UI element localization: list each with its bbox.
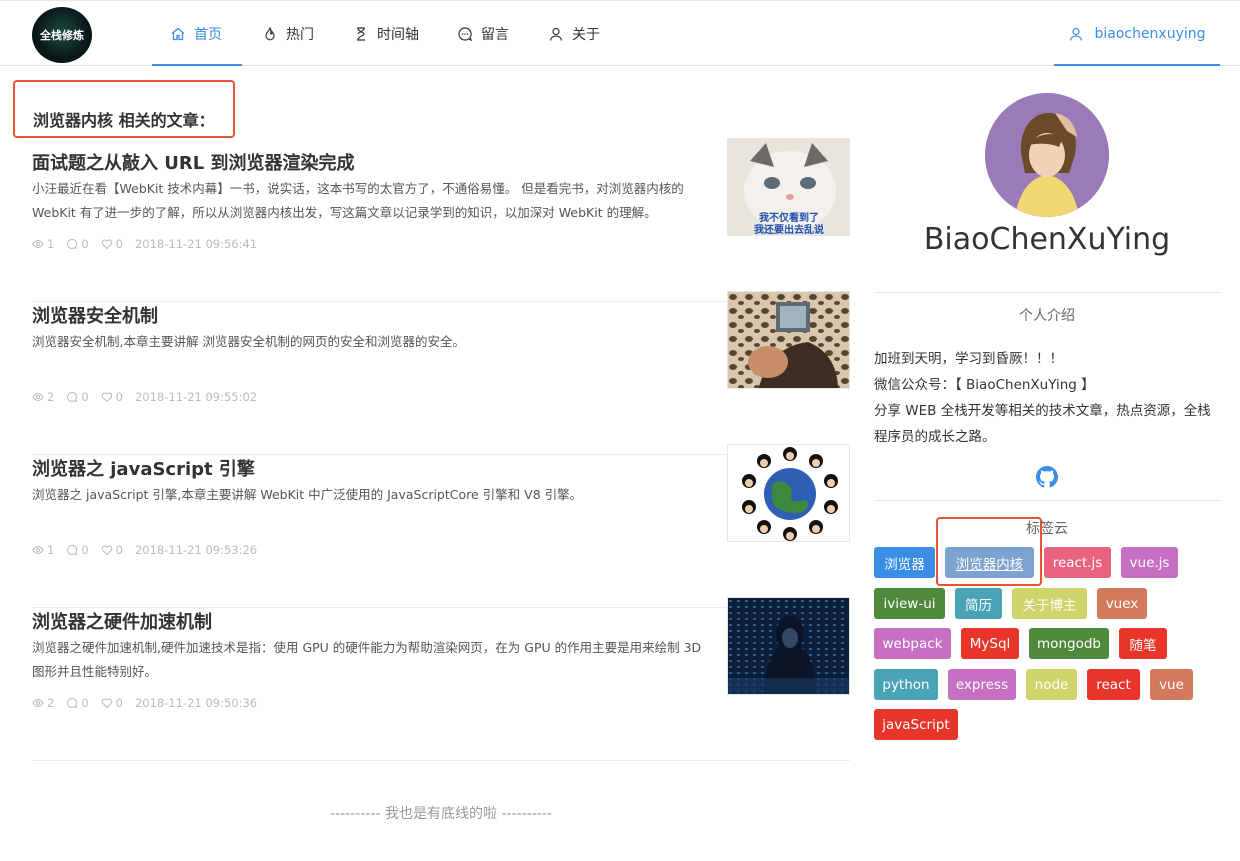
article-title[interactable]: 面试题之从敲入 URL 到浏览器渲染完成 <box>32 149 354 175</box>
tag-chip[interactable]: express <box>948 669 1016 700</box>
article-meta: 2 0 0 2018-11-21 09:55:02 <box>32 390 257 404</box>
tag-chip[interactable]: react <box>1087 669 1140 700</box>
profile-intro: 加班到天明，学习到昏厥！！！ 微信公众号：【 BiaoChenXuYing 】 … <box>874 346 1220 450</box>
article-desc: 浏览器安全机制,本章主要讲解 浏览器安全机制的网页的安全和浏览器的安全。 <box>32 334 465 349</box>
user-active-indicator <box>1054 64 1220 66</box>
article-thumbnail[interactable] <box>727 291 850 389</box>
tag-chip[interactable]: 关于博主 <box>1012 588 1087 619</box>
eye-icon <box>32 698 44 708</box>
tag-chip[interactable]: 浏览器 <box>874 547 935 578</box>
home-icon <box>171 27 185 41</box>
intro-line: 加班到天明，学习到昏厥！！！ <box>874 351 1063 367</box>
user-menu[interactable]: biaochenxuying <box>1054 1 1220 67</box>
heart-icon <box>101 698 112 709</box>
github-icon[interactable] <box>1036 466 1058 488</box>
comment-icon <box>67 697 78 709</box>
tag-chip[interactable]: node <box>1026 669 1077 700</box>
tag-chip[interactable]: 随笔 <box>1119 628 1167 659</box>
eye-icon <box>32 239 44 249</box>
top-nav: 全栈修炼 首页 热门 时间轴 留言 关于 biaochenxuying <box>0 0 1240 66</box>
article-item[interactable]: 面试题之从敲入 URL 到浏览器渲染完成 小汪最近在看【WebKit 技术内幕】… <box>32 138 850 302</box>
nav-home[interactable]: 首页 <box>170 1 222 67</box>
heart-icon <box>101 392 112 403</box>
intro-title: 个人介绍 <box>1019 308 1075 324</box>
intro-line: 分享 WEB 全栈开发等相关的技术文章，热点资源，全栈程序员的成长之路。 <box>874 403 1211 445</box>
hourglass-icon <box>357 27 365 41</box>
article-desc: 浏览器之 javaScript 引擎,本章主要讲解 WebKit 中广泛使用的 … <box>32 487 583 502</box>
tag-chip[interactable]: webpack <box>874 628 951 659</box>
svg-text:我还要出去乱说: 我还要出去乱说 <box>754 223 824 236</box>
octocat-globe-image <box>728 445 849 541</box>
article-thumbnail[interactable]: 我不仅看到了 我还要出去乱说 <box>727 138 850 236</box>
heart-icon <box>101 239 112 250</box>
article-thumbnail[interactable] <box>727 597 850 695</box>
tag-chip[interactable]: react.js <box>1044 547 1111 578</box>
article-title[interactable]: 浏览器安全机制 <box>32 302 158 328</box>
site-logo[interactable]: 全栈修炼 <box>32 7 92 63</box>
hacker-image <box>728 598 849 694</box>
divider <box>874 292 1220 293</box>
tag-chip[interactable]: vuex <box>1097 588 1147 619</box>
eye-icon <box>32 392 44 402</box>
cat-meme-image: 我不仅看到了 我还要出去乱说 <box>728 139 849 236</box>
avatar-image <box>985 93 1109 217</box>
article-desc: 浏览器之硬件加速机制,硬件加速技术是指：使用 GPU 的硬件能力为帮助渲染网页，… <box>32 640 702 679</box>
nav-active-indicator <box>152 64 242 66</box>
comment-icon <box>67 391 78 403</box>
tag-chip[interactable]: iview-ui <box>874 588 945 619</box>
heart-icon <box>101 545 112 556</box>
comment-icon <box>67 544 78 556</box>
article-meta: 1 0 0 2018-11-21 09:53:26 <box>32 543 257 557</box>
page-title: 浏览器内核 相关的文章： <box>33 111 215 130</box>
intro-line: 微信公众号：【 BiaoChenXuYing 】 <box>874 377 1095 393</box>
tag-chip[interactable]: vue.js <box>1121 547 1178 578</box>
article-item[interactable]: 浏览器安全机制 浏览器安全机制,本章主要讲解 浏览器安全机制的网页的安全和浏览器… <box>32 291 850 455</box>
article-thumbnail[interactable] <box>727 444 850 542</box>
article-title[interactable]: 浏览器之 javaScript 引擎 <box>32 455 255 481</box>
eye-icon <box>32 545 44 555</box>
nav-messages[interactable]: 留言 <box>457 1 509 67</box>
profile-name: BiaoChenXuYing <box>923 222 1171 257</box>
nav-about[interactable]: 关于 <box>548 1 600 67</box>
tag-chip[interactable]: javaScript <box>874 709 958 740</box>
article-meta: 1 0 0 2018-11-21 09:56:41 <box>32 237 257 251</box>
article-title[interactable]: 浏览器之硬件加速机制 <box>32 608 212 634</box>
tag-chip[interactable]: 简历 <box>955 588 1002 619</box>
tag-highlight-box <box>936 517 1042 586</box>
article-item[interactable]: 浏览器之硬件加速机制 浏览器之硬件加速机制,硬件加速技术是指：使用 GPU 的硬… <box>32 597 850 761</box>
avatar <box>985 93 1109 217</box>
tag-chip[interactable]: mongodb <box>1029 628 1109 659</box>
chat-icon <box>458 27 473 42</box>
nav-timeline[interactable]: 时间轴 <box>353 1 419 67</box>
tag-chip[interactable]: MySql <box>961 628 1019 659</box>
nav-hot[interactable]: 热门 <box>262 1 314 67</box>
svg-text:我不仅看到了: 我不仅看到了 <box>759 211 819 224</box>
article-desc: 小汪最近在看【WebKit 技术内幕】一书，说实话，这本书写的太官方了，不通俗易… <box>32 181 684 220</box>
user-icon <box>549 27 563 41</box>
tag-chip[interactable]: vue <box>1150 669 1193 700</box>
footer-text: ---------- 我也是有底线的啦 ---------- <box>330 806 552 822</box>
comment-icon <box>67 238 78 250</box>
user-icon <box>1070 27 1083 41</box>
pet-photo-image <box>728 292 849 388</box>
tag-cloud-title: 标签云 <box>1026 521 1068 537</box>
flame-icon <box>265 27 275 41</box>
tag-chip[interactable]: python <box>874 669 938 700</box>
article-meta: 2 0 0 2018-11-21 09:50:36 <box>32 696 257 710</box>
divider <box>874 500 1220 501</box>
article-item[interactable]: 浏览器之 javaScript 引擎 浏览器之 javaScript 引擎,本章… <box>32 444 850 608</box>
